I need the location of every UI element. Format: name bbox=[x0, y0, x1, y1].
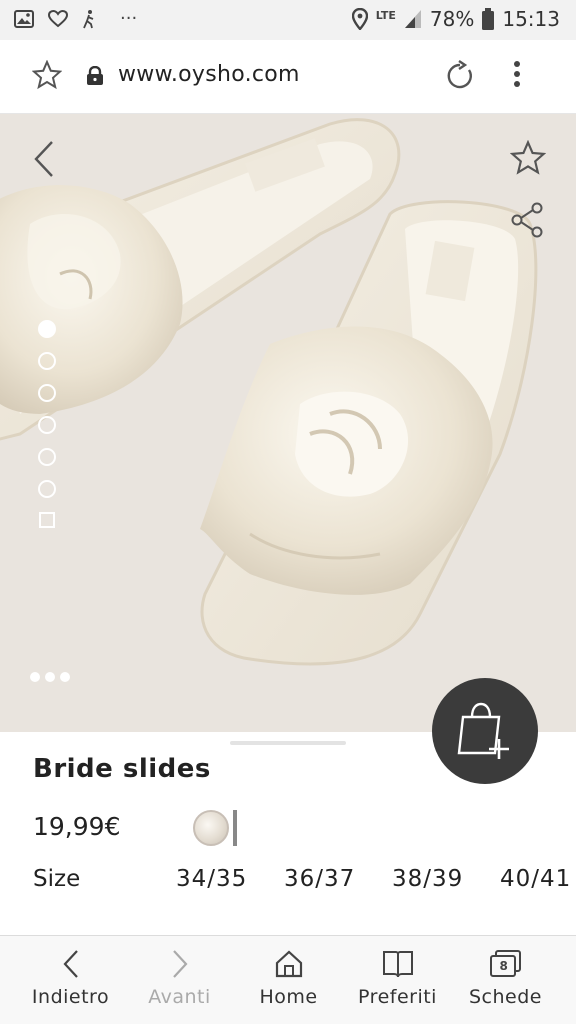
nav-tabs[interactable]: 8 Schede bbox=[448, 936, 563, 1024]
battery-icon bbox=[482, 8, 495, 30]
share-icon[interactable] bbox=[510, 202, 544, 242]
nav-home-label: Home bbox=[259, 986, 318, 1008]
tab-count: 8 bbox=[499, 959, 508, 973]
address-bar[interactable]: www.oysho.com bbox=[118, 62, 300, 87]
reload-icon[interactable] bbox=[444, 60, 476, 96]
browser-bottom-nav: Indietro Avanti Home Preferiti 8 Schede bbox=[0, 935, 576, 1024]
clock: 15:13 bbox=[502, 7, 560, 31]
image-dot-6[interactable] bbox=[38, 480, 56, 498]
home-icon bbox=[274, 946, 304, 982]
hdot-3 bbox=[60, 672, 70, 682]
product-photo bbox=[0, 118, 538, 666]
chevron-left-icon bbox=[61, 946, 81, 982]
overflow-menu-icon[interactable] bbox=[512, 58, 522, 94]
more-notifications-icon: ··· bbox=[120, 8, 138, 29]
product-price: 19,99€ bbox=[33, 812, 121, 841]
browser-toolbar: www.oysho.com bbox=[0, 40, 576, 114]
size-option[interactable]: 38/39 bbox=[392, 866, 500, 892]
size-option[interactable]: 36/37 bbox=[284, 866, 392, 892]
video-square-indicator[interactable] bbox=[39, 512, 55, 528]
tabs-icon: 8 bbox=[489, 946, 523, 982]
product-name: Bride slides bbox=[33, 754, 211, 784]
book-icon bbox=[382, 946, 414, 982]
product-image-carousel[interactable] bbox=[0, 114, 576, 732]
status-bar: ··· LTE 78% 15:13 bbox=[0, 0, 576, 40]
nav-bookmarks[interactable]: Preferiti bbox=[340, 936, 455, 1024]
image-dot-4[interactable] bbox=[38, 416, 56, 434]
chevron-right-icon bbox=[170, 946, 190, 982]
signal-icon bbox=[404, 9, 422, 29]
size-option[interactable]: 40/41 bbox=[500, 866, 576, 892]
gallery-icon bbox=[14, 9, 34, 28]
battery-percent: 78% bbox=[429, 7, 475, 31]
bag-plus-icon bbox=[457, 702, 509, 759]
nav-back-label: Indietro bbox=[31, 986, 110, 1008]
size-options: 34/35 36/37 38/39 40/41 bbox=[176, 866, 576, 892]
nav-forward[interactable]: Avanti bbox=[122, 936, 237, 1024]
sheet-drag-handle[interactable] bbox=[230, 741, 346, 745]
wishlist-star-icon[interactable] bbox=[509, 139, 547, 180]
color-swatch[interactable] bbox=[193, 810, 229, 846]
nav-back[interactable]: Indietro bbox=[13, 936, 128, 1024]
image-thumbnails-indicator bbox=[38, 320, 56, 528]
nav-forward-label: Avanti bbox=[148, 986, 211, 1008]
color-swatch-selected-marker bbox=[233, 810, 237, 846]
heart-icon bbox=[48, 9, 68, 28]
image-dot-3[interactable] bbox=[38, 384, 56, 402]
network-type: LTE bbox=[375, 8, 396, 22]
image-dot-1[interactable] bbox=[38, 320, 56, 338]
nav-bookmarks-label: Preferiti bbox=[358, 986, 437, 1008]
image-dot-5[interactable] bbox=[38, 448, 56, 466]
bookmark-star-icon[interactable] bbox=[31, 59, 63, 94]
location-icon bbox=[351, 8, 368, 30]
size-label: Size bbox=[33, 866, 81, 892]
hdot-2 bbox=[45, 672, 55, 682]
size-option[interactable]: 34/35 bbox=[176, 866, 284, 892]
nav-home[interactable]: Home bbox=[231, 936, 346, 1024]
nav-tabs-label: Schede bbox=[469, 986, 542, 1008]
lock-icon bbox=[86, 65, 104, 90]
image-dot-2[interactable] bbox=[38, 352, 56, 370]
add-to-bag-button[interactable] bbox=[432, 678, 538, 784]
more-images-indicator bbox=[30, 672, 70, 682]
walking-icon bbox=[82, 9, 96, 29]
hdot-1 bbox=[30, 672, 40, 682]
back-arrow-icon[interactable] bbox=[30, 140, 58, 182]
